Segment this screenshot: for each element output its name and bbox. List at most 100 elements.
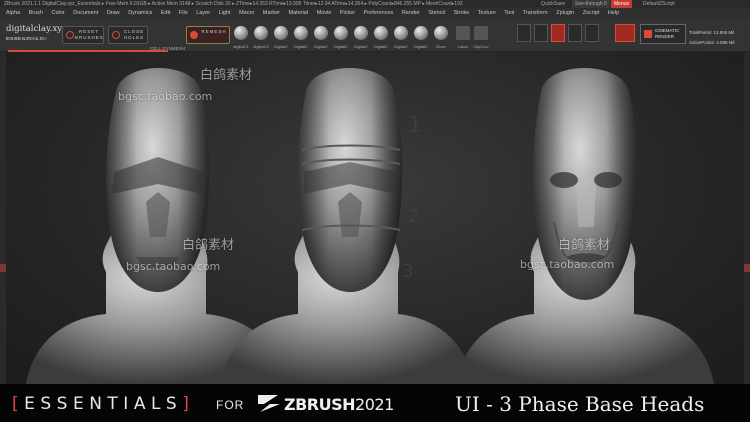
remesh-icon bbox=[190, 31, 198, 39]
menu-zscript[interactable]: Zscript bbox=[583, 10, 600, 16]
menu-material[interactable]: Material bbox=[289, 10, 309, 16]
menu-dynamics[interactable]: Dynamics bbox=[128, 10, 152, 16]
menu-picker[interactable]: Picker bbox=[340, 10, 355, 16]
menus-button[interactable]: Menus bbox=[611, 0, 633, 8]
total-points: TotalPoints: 12.855 Mil bbox=[689, 30, 735, 35]
see-through-slider[interactable]: See-through 0 bbox=[572, 0, 610, 8]
default-zscript-button[interactable]: DefaultZScript bbox=[643, 0, 675, 8]
brush-label: DigitalC bbox=[293, 44, 308, 49]
right-tray[interactable] bbox=[744, 52, 750, 384]
brush-slot[interactable]: DigitalC bbox=[312, 22, 330, 49]
brush-slot[interactable]: DigitalC bbox=[272, 22, 290, 49]
for-text: FOR bbox=[216, 398, 245, 412]
watermark-cn: 白鸽素材 bbox=[200, 68, 253, 83]
phase-mark: 3 bbox=[402, 261, 413, 282]
lasso-icon bbox=[456, 26, 470, 40]
menu-draw[interactable]: Draw bbox=[107, 10, 120, 16]
menu-zplugin[interactable]: Zplugin bbox=[556, 10, 574, 16]
reset-brushes-button[interactable]: RESET BRUSHES bbox=[62, 26, 104, 44]
clipcurve-slot[interactable]: ClipCurv bbox=[472, 22, 490, 49]
essentials-title: [ESSENTIALS] bbox=[12, 394, 194, 414]
menu-marker[interactable]: Marker bbox=[263, 10, 280, 16]
camera-icon bbox=[644, 30, 652, 38]
brush-slot-move[interactable]: Move bbox=[432, 22, 450, 49]
menu-macro[interactable]: Macro bbox=[239, 10, 254, 16]
brush-label: DigitalC bbox=[273, 44, 288, 49]
essentials-text: ESSENTIALS bbox=[24, 394, 183, 414]
document-canvas[interactable]: 1 2 3 白鸽素材 bgsc.taobao.com 白鸽素材 bgsc.tao… bbox=[6, 52, 744, 384]
brush-slot[interactable]: digitalC1 bbox=[232, 22, 250, 49]
cinematic-render-label: CINEMATIC RENDER bbox=[655, 28, 680, 39]
lasso-slot[interactable]: Lasso bbox=[454, 22, 472, 49]
brush-label: DigitalC bbox=[353, 44, 368, 49]
reset-brushes-label: RESET BRUSHES bbox=[75, 29, 104, 40]
title-bar: ZBrush 2021.1.1 DigitalClay.xyz_Essentia… bbox=[0, 0, 750, 8]
watermark-cn: 白鸽素材 bbox=[182, 238, 235, 253]
menu-render[interactable]: Render bbox=[402, 10, 420, 16]
brush-slot[interactable]: DigitalC bbox=[292, 22, 310, 49]
menu-stencil[interactable]: Stencil bbox=[428, 10, 445, 16]
brush-slot[interactable]: DigitalC bbox=[352, 22, 370, 49]
clipcurve-label: ClipCurv bbox=[473, 44, 489, 49]
brush-label: digitalC1 bbox=[233, 44, 249, 49]
close-holes-label: CLOSE HOLES bbox=[123, 29, 145, 40]
active-points: ActivePoints: 4.085 Mil bbox=[689, 40, 735, 45]
brush-label: DigitalC bbox=[413, 44, 428, 49]
brush-label: Move bbox=[436, 44, 446, 49]
head-phase-3 bbox=[456, 68, 714, 384]
menu-tool[interactable]: Tool bbox=[504, 10, 514, 16]
brush-icon bbox=[414, 26, 428, 40]
zbrush-year: 2021 bbox=[355, 395, 394, 414]
close-holes-button[interactable]: CLOSE HOLES bbox=[108, 26, 148, 44]
brush-slot[interactable]: DigitalC bbox=[372, 22, 390, 49]
brush-icon bbox=[434, 26, 448, 40]
tray-handle-icon[interactable] bbox=[744, 264, 750, 272]
menu-help[interactable]: Help bbox=[608, 10, 619, 16]
watermark-url: bgsc.taobao.com bbox=[118, 90, 213, 103]
remesh-button[interactable]: REMESH bbox=[186, 26, 230, 44]
zbrush-text: ZBRUSH bbox=[284, 395, 356, 414]
menu-movie[interactable]: Movie bbox=[317, 10, 332, 16]
menu-color[interactable]: Color bbox=[52, 10, 65, 16]
point-stats: TotalPoints: 12.855 Mil ActivePoints: 4.… bbox=[689, 28, 735, 48]
brush-slot[interactable]: digitalC2 bbox=[252, 22, 270, 49]
brush-icon bbox=[254, 26, 268, 40]
figure-icon[interactable] bbox=[585, 24, 599, 42]
phase-mark: 1 bbox=[408, 113, 422, 138]
figure-icon[interactable] bbox=[568, 24, 582, 42]
lasso-label: Lasso bbox=[457, 44, 469, 49]
menu-layer[interactable]: Layer bbox=[196, 10, 210, 16]
logo-name: digitalclay.xyz bbox=[6, 24, 67, 34]
brush-icon bbox=[314, 26, 328, 40]
phase-mark: 2 bbox=[408, 206, 419, 227]
menu-alpha[interactable]: Alpha bbox=[6, 10, 20, 16]
menu-edit[interactable]: Edit bbox=[161, 10, 170, 16]
head-phase-2: 1 2 3 bbox=[221, 68, 474, 384]
menu-document[interactable]: Document bbox=[73, 10, 98, 16]
menu-transform[interactable]: Transform bbox=[523, 10, 548, 16]
figure-icon[interactable] bbox=[551, 24, 565, 42]
brush-label: DigitalC bbox=[313, 44, 328, 49]
zbrush-logo-icon bbox=[258, 395, 280, 412]
menu-brush[interactable]: Brush bbox=[29, 10, 43, 16]
brush-icon bbox=[294, 26, 308, 40]
render-360-icon[interactable] bbox=[615, 24, 635, 42]
watermark-cn: 白鸽素材 bbox=[558, 238, 611, 253]
reset-icon bbox=[66, 31, 74, 39]
close-holes-icon bbox=[112, 31, 120, 39]
quicksave-button[interactable]: QuickSave bbox=[541, 0, 565, 8]
brush-slot[interactable]: DigitalC bbox=[392, 22, 410, 49]
brush-slot[interactable]: DigitalC bbox=[412, 22, 430, 49]
menu-texture[interactable]: Texture bbox=[478, 10, 496, 16]
menu-preferences[interactable]: Preferences bbox=[364, 10, 394, 16]
cinematic-render-button[interactable]: CINEMATIC RENDER bbox=[640, 24, 686, 44]
menu-light[interactable]: Light bbox=[219, 10, 231, 16]
menu-file[interactable]: File bbox=[179, 10, 188, 16]
brush-icon bbox=[394, 26, 408, 40]
zbrush-wordmark: ZBRUSH2021 bbox=[284, 395, 394, 414]
brush-label: DigitalC bbox=[393, 44, 408, 49]
figure-icon[interactable] bbox=[517, 24, 531, 42]
figure-icon[interactable] bbox=[534, 24, 548, 42]
menu-stroke[interactable]: Stroke bbox=[453, 10, 469, 16]
brush-slot[interactable]: DigitalC bbox=[332, 22, 350, 49]
